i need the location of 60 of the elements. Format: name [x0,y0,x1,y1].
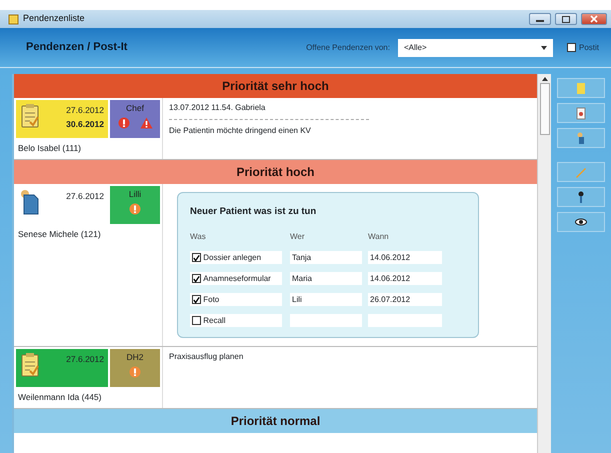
assignee-label: DH2 [126,351,144,364]
task-checkbox[interactable]: Dossier anlegen [190,251,282,264]
check-icon [193,254,200,262]
assignee-label: Lilli [128,188,142,200]
minimize-button[interactable] [529,13,551,25]
task-checkbox[interactable]: Foto [190,293,282,306]
date-text: 27.6.2012 [65,353,104,366]
scroll-up-icon [542,77,548,81]
close-button[interactable] [581,13,607,25]
close-icon [590,15,598,23]
filter-label: Offene Pendenzen von: [306,42,390,54]
eye-icon [575,216,587,228]
notepad-icon [20,352,40,378]
assignee-field [290,314,362,327]
priority-header: Priorität sehr hoch [14,74,537,98]
date-field: 14.06.2012 [368,272,442,285]
document-icon [20,188,40,215]
message-text: Die Patientin möchte dringend einen KV [169,125,312,137]
person-icon [575,132,587,144]
check-icon [193,274,200,282]
assignee-field: Lili [290,293,362,306]
assignee-field: Tanja [290,251,362,264]
dropdown-arrow-icon [540,46,547,50]
pencil-icon [575,166,587,178]
maximize-button[interactable] [555,13,577,25]
message-text: Praxisausflug planen [169,351,244,363]
patient-name: Belo Isabel (111) [17,142,82,155]
message-text: 13.07.2012 11.54. Gabriela [169,102,266,114]
due-date-text: 30.6.2012 [65,118,104,131]
date-text: 27.6.2012 [65,104,104,117]
assignee-label: Chef [126,102,144,115]
notepad-icon [20,103,40,129]
column-header: Was [190,231,207,243]
date-text: 27.6.2012 [65,190,104,203]
filter-dropdown[interactable]: <Alle> [398,38,553,56]
scroll-thumb[interactable] [540,83,550,135]
window-title: Pendenzenliste [23,12,85,26]
person-button[interactable] [557,128,605,148]
key-button[interactable] [557,187,605,207]
column-header: Wer [290,231,306,243]
document-icon [575,106,587,120]
assignee-field: Maria [290,272,362,285]
check-icon [193,296,200,304]
new-note-icon [575,82,587,94]
task-checkbox[interactable]: Anamneseformular [190,272,282,285]
patient-name: Senese Michele (121) [17,228,102,240]
priority-header: Priorität hoch [14,160,537,184]
date-field: 26.07.2012 [368,293,442,306]
date-field: 14.06.2012 [368,251,442,264]
document-button[interactable] [557,103,605,123]
eye-button[interactable] [557,212,605,232]
priority-header: Priorität normal [14,408,537,433]
checklist-title: Neuer Patient was ist zu tun [190,204,318,219]
maximize-icon [562,16,570,22]
column-header: Wann [368,231,390,243]
window-icon [8,14,19,24]
task-checkbox[interactable]: Recall [190,314,282,327]
patient-name: Weilenmann Ida (445) [17,391,102,404]
header-title: Pendenzen / Post-It [26,40,128,56]
postit-checkbox[interactable]: Postit [566,42,599,54]
